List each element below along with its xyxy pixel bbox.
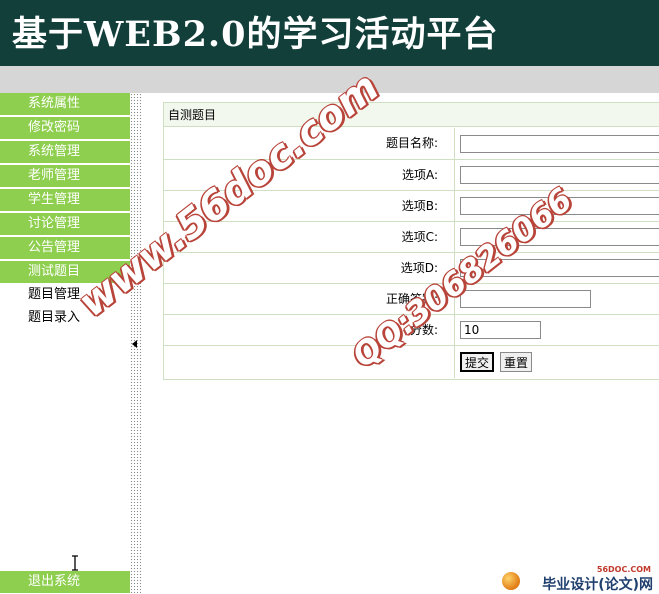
corner-logo-domain: 56DOC.COM — [596, 565, 651, 574]
form-row-option-b: 选项B: — [164, 191, 659, 222]
form-row-option-c: 选项C: — [164, 222, 659, 253]
app-header: 基于WEB2.0的学习活动平台 — [0, 0, 659, 66]
form-row-answer: 正确答案: — [164, 284, 659, 315]
field-label-option-b: 选项B: — [164, 191, 455, 221]
form-row-option-a: 选项A: — [164, 160, 659, 191]
text-cursor-icon — [72, 555, 78, 571]
sidebar-item-teacher-management[interactable]: 老师管理 — [0, 165, 130, 187]
logout-button[interactable]: 退出系统 — [0, 571, 130, 593]
form-row-actions: 提交 重置 — [164, 346, 659, 378]
correct-answer-input[interactable] — [460, 290, 591, 308]
option-c-input[interactable] — [460, 228, 659, 246]
sidebar-item-student-management[interactable]: 学生管理 — [0, 189, 130, 211]
submit-button[interactable]: 提交 — [460, 352, 495, 372]
sidebar-item-test-questions[interactable]: 测试题目 — [0, 261, 130, 283]
sidebar-item-discussion-management[interactable]: 讨论管理 — [0, 213, 130, 235]
form-row-title: 题目名称: — [164, 128, 659, 160]
form-row-option-d: 选项D: — [164, 253, 659, 284]
sidebar-subitem-question-management[interactable]: 题目管理 — [28, 286, 80, 304]
question-form-panel: 自测题目 题目名称: 选项A: 选项B: 选项C: 选项D: 正确答案: 分数:… — [163, 102, 659, 380]
app-title: 基于WEB2.0的学习活动平台 — [12, 14, 499, 55]
field-label-score: 分数: — [164, 315, 455, 345]
collapse-arrow-icon[interactable] — [132, 340, 137, 348]
score-input[interactable] — [460, 321, 541, 339]
sidebar-subitem-question-entry[interactable]: 题目录入 — [28, 309, 80, 327]
sidebar-item-system-properties[interactable]: 系统属性 — [0, 93, 130, 115]
question-title-input[interactable] — [460, 135, 659, 153]
field-label-answer: 正确答案: — [164, 284, 455, 314]
form-row-score: 分数: — [164, 315, 659, 346]
sidebar-item-system-management[interactable]: 系统管理 — [0, 141, 130, 163]
option-a-input[interactable] — [460, 166, 659, 184]
reset-button[interactable]: 重置 — [500, 352, 533, 372]
field-label-title: 题目名称: — [164, 128, 455, 159]
field-label-option-c: 选项C: — [164, 222, 455, 252]
form-header: 自测题目 — [164, 103, 659, 127]
logo-icon — [502, 572, 520, 590]
field-label-option-d: 选项D: — [164, 253, 455, 283]
option-d-input[interactable] — [460, 259, 659, 277]
option-b-input[interactable] — [460, 197, 659, 215]
actions-label-cell — [164, 346, 455, 378]
field-label-option-a: 选项A: — [164, 160, 455, 190]
corner-logo-text: 毕业设计(论文)网 — [542, 577, 653, 593]
header-subbar — [0, 66, 659, 93]
sidebar-item-announcement-management[interactable]: 公告管理 — [0, 237, 130, 259]
corner-logo: 56DOC.COM 毕业设计(论文)网 — [492, 565, 657, 593]
sidebar-item-change-password[interactable]: 修改密码 — [0, 117, 130, 139]
